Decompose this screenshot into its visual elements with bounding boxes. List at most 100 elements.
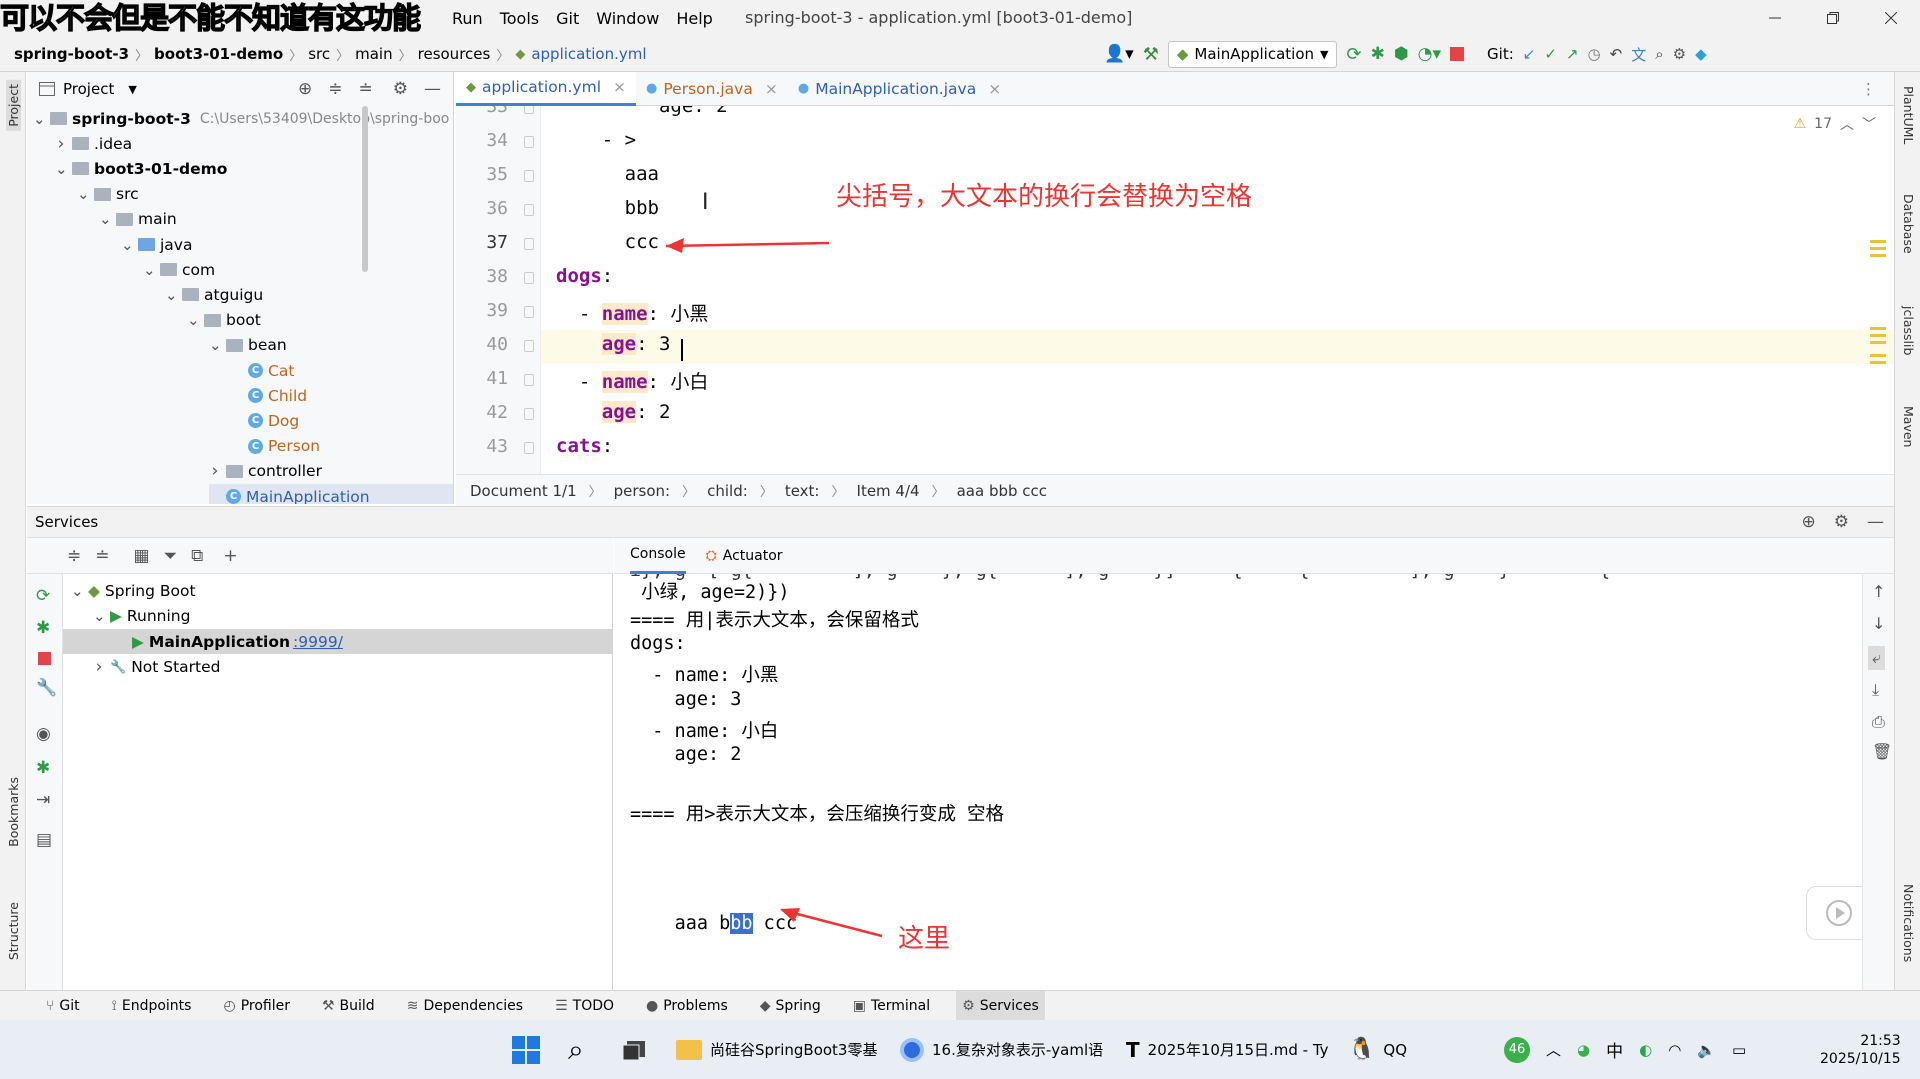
- trash-icon[interactable]: 🗑: [1872, 742, 1892, 761]
- camera-icon[interactable]: ◉: [36, 724, 51, 744]
- crumb-file[interactable]: application.yml: [531, 45, 646, 63]
- build-hammer-icon[interactable]: ⚒: [1143, 44, 1159, 65]
- print-icon[interactable]: ⎙: [1872, 712, 1885, 732]
- scroll-up-icon[interactable]: ↑: [1872, 582, 1885, 601]
- bookmarks-tool-tab[interactable]: Bookmarks: [6, 777, 21, 847]
- chevron-icon[interactable]: ›: [209, 461, 221, 481]
- wrench-icon[interactable]: 🔧: [36, 678, 57, 698]
- new-tab-icon[interactable]: ⧉: [191, 546, 203, 566]
- project-tree-item[interactable]: C Child: [231, 383, 307, 408]
- locate-icon[interactable]: ⊕: [298, 79, 312, 99]
- close-icon[interactable]: ×: [765, 80, 778, 98]
- gear-icon[interactable]: ⚙: [393, 79, 408, 99]
- debug-bug-icon[interactable]: ✱: [1371, 44, 1385, 64]
- expand-all-icon[interactable]: ≑: [328, 79, 342, 99]
- plugin-icon[interactable]: ◆: [1695, 45, 1707, 63]
- chevron-icon[interactable]: ⌄: [99, 210, 112, 228]
- crumb-resources[interactable]: resources: [418, 45, 491, 63]
- tool-tab-git[interactable]: ⑂ Git: [40, 991, 86, 1021]
- chevron-icon[interactable]: ⌄: [71, 582, 84, 600]
- project-tree-item[interactable]: ⌄ boot: [187, 308, 261, 333]
- coverage-icon[interactable]: ⬢: [1394, 44, 1409, 64]
- project-tree-item[interactable]: › .idea: [55, 131, 133, 156]
- menu-run[interactable]: Run: [452, 9, 483, 28]
- history-icon[interactable]: ◷: [1588, 45, 1601, 63]
- crumb-project[interactable]: spring-boot-3: [14, 45, 129, 63]
- project-tree-item[interactable]: ⌄ bean: [209, 333, 287, 358]
- service-port-link[interactable]: :9999/: [293, 633, 343, 651]
- tab-console[interactable]: Console: [630, 538, 686, 574]
- path-text[interactable]: text:: [785, 482, 820, 500]
- crumb-module[interactable]: boot3-01-demo: [154, 45, 283, 63]
- ime-indicator[interactable]: 中: [1606, 1037, 1623, 1062]
- taskbar-typora[interactable]: T 2025年10月15日.md - Ty: [1126, 1020, 1329, 1079]
- chevron-icon[interactable]: ⌄: [55, 160, 68, 178]
- service-tree-item[interactable]: ⌄ ▶ Running: [93, 604, 190, 629]
- services-hide-icon[interactable]: —: [1867, 512, 1884, 532]
- run-configuration-select[interactable]: ◆ MainApplication ▼: [1167, 40, 1338, 68]
- git-update-icon[interactable]: ↙: [1523, 45, 1536, 63]
- translate-icon[interactable]: 文: [1631, 44, 1646, 65]
- chevron-icon[interactable]: ⌄: [93, 607, 106, 625]
- soft-wrap-icon[interactable]: ⤶: [1868, 646, 1885, 670]
- path-value[interactable]: aaa bbb ccc: [957, 482, 1047, 500]
- tool-tab-todo[interactable]: ☰ TODO: [549, 991, 620, 1021]
- rollback-icon[interactable]: ↶: [1610, 45, 1623, 63]
- tool-tab-spring[interactable]: ◆ Spring: [754, 991, 827, 1021]
- jclasslib-tool-tab[interactable]: jclasslib: [1901, 306, 1916, 355]
- chevron-icon[interactable]: ⌄: [121, 236, 134, 254]
- debug-attach-icon[interactable]: ✱: [36, 758, 50, 778]
- plantuml-tool-tab[interactable]: PlantUML: [1901, 86, 1916, 144]
- editor-tab[interactable]: ● MainApplication.java ×: [788, 72, 1011, 106]
- project-panel-title[interactable]: Project: [63, 80, 114, 98]
- prev-issue-icon[interactable]: ︿: [1840, 114, 1854, 134]
- clock[interactable]: 21:53 2025/10/15: [1820, 1020, 1901, 1079]
- stop-icon[interactable]: [38, 652, 51, 665]
- git-commit-icon[interactable]: ✓: [1544, 45, 1557, 63]
- tray-green-icon[interactable]: ◐: [1639, 1041, 1652, 1059]
- editor-tab[interactable]: ◆ application.yml ×: [456, 71, 637, 106]
- project-tree-item[interactable]: ⌄ main: [99, 207, 177, 232]
- service-tree-item[interactable]: ▶ MainApplication:9999/: [63, 629, 613, 654]
- taskbar-browser[interactable]: 16.复杂对象表示-yaml语: [900, 1020, 1103, 1079]
- tool-tab-endpoints[interactable]: ⟟ Endpoints: [106, 991, 198, 1021]
- project-tree-item[interactable]: › controller: [209, 459, 322, 484]
- project-tree-item[interactable]: C Cat: [231, 358, 294, 383]
- chevron-icon[interactable]: ⌄: [209, 336, 222, 354]
- console-output[interactable]: ɪ}, ɡ [ ɡ{ ], ɡ }, ɡ{ ], ɡ }] { { ], ɡ }…: [614, 574, 1862, 990]
- menu-help[interactable]: Help: [676, 9, 712, 28]
- tool-tab-build[interactable]: ⚒ Build: [316, 991, 381, 1021]
- tool-tab-terminal[interactable]: ▣ Terminal: [847, 991, 936, 1021]
- project-tree-item[interactable]: C MainApplication: [209, 484, 453, 504]
- close-icon[interactable]: ×: [988, 80, 1001, 98]
- add-service-icon[interactable]: +: [223, 546, 237, 566]
- inspection-widget[interactable]: ⚠ 17 ︿ ﹀: [1794, 114, 1876, 134]
- chevron-icon[interactable]: ⌄: [77, 185, 90, 203]
- collapse-all-icon[interactable]: ≐: [359, 79, 373, 99]
- project-tree-item[interactable]: ⌄ boot3-01-demo: [55, 156, 227, 181]
- service-tree-item[interactable]: › 🔧 Not Started: [93, 655, 221, 680]
- path-person[interactable]: person:: [614, 482, 670, 500]
- project-tree-item[interactable]: ⌄ java: [121, 232, 192, 257]
- start-button[interactable]: [512, 1020, 540, 1079]
- expand-all-icon[interactable]: ≑: [67, 546, 81, 566]
- path-item[interactable]: Item 4/4: [857, 482, 920, 500]
- crumb-main[interactable]: main: [355, 45, 392, 63]
- crumb-src[interactable]: src: [308, 45, 330, 63]
- project-tree-item[interactable]: ⌄ com: [143, 257, 215, 282]
- close-icon[interactable]: ×: [613, 78, 626, 96]
- debug-icon[interactable]: ✱: [36, 618, 50, 638]
- layout-icon[interactable]: ▤: [36, 830, 52, 850]
- user-icon[interactable]: 👤▾: [1104, 44, 1134, 64]
- settings-icon[interactable]: ⚙: [1673, 45, 1686, 63]
- restore-button[interactable]: [1804, 0, 1862, 36]
- hide-icon[interactable]: —: [424, 79, 441, 99]
- project-tree-item[interactable]: ⌄ src: [77, 182, 139, 207]
- project-tool-tab[interactable]: Project: [6, 80, 21, 131]
- scroll-down-icon[interactable]: ↓: [1872, 614, 1885, 633]
- tool-tab-dependencies[interactable]: ≋ Dependencies: [401, 991, 529, 1021]
- database-tool-tab[interactable]: Database: [1901, 194, 1916, 254]
- rerun-icon[interactable]: ⟳: [1346, 44, 1361, 65]
- tray-app-icon[interactable]: ◕: [1577, 1041, 1590, 1059]
- menu-tools[interactable]: Tools: [500, 9, 539, 28]
